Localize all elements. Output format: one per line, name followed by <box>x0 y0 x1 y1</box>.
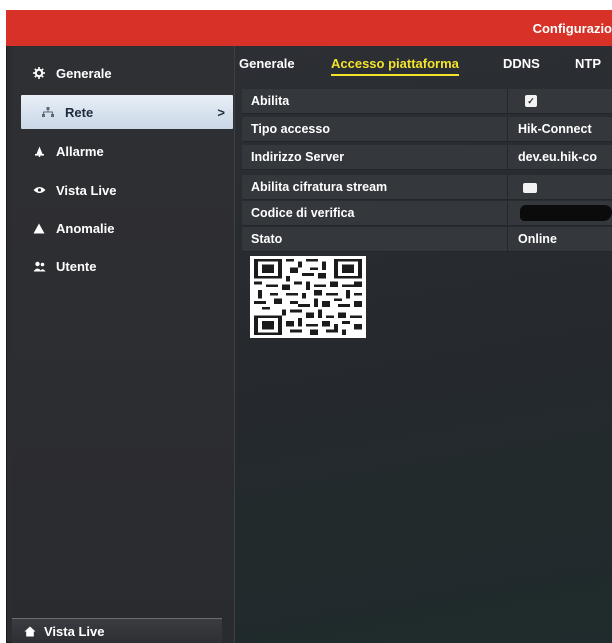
sidebar-item-label: Vista Live <box>56 182 117 198</box>
row-codice-verifica: Codice di verifica <box>242 201 612 226</box>
home-icon <box>24 626 36 637</box>
title-bar: Configurazio <box>6 10 612 46</box>
network-icon <box>41 105 55 119</box>
sidebar-item-label: Utente <box>56 258 97 274</box>
sidebar-item-allarme[interactable]: Allarme <box>12 134 234 168</box>
chevron-right-icon: > <box>217 104 225 120</box>
stato-value: Online <box>518 232 557 246</box>
tipo-accesso-label: Tipo accesso <box>251 122 330 136</box>
row-cifratura: Abilita cifratura stream <box>242 175 612 200</box>
warning-icon <box>32 221 46 235</box>
indirizzo-server-label: Indirizzo Server <box>251 150 345 164</box>
abilita-checkbox[interactable]: ✓ <box>525 95 537 107</box>
stato-label: Stato <box>251 232 283 246</box>
codice-verifica-label: Codice di verifica <box>251 206 355 220</box>
tab-bar: Generale Accesso piattaforma DDNS NTP <box>235 46 612 86</box>
sidebar-item-label: Generale <box>56 65 112 81</box>
sidebar-item-label: Anomalie <box>56 220 115 236</box>
gear-icon <box>32 66 46 80</box>
tab-generale[interactable]: Generale <box>239 56 295 71</box>
eye-icon <box>32 183 46 197</box>
indirizzo-server-field[interactable]: dev.eu.hik-co <box>518 150 597 164</box>
main-content: Generale Accesso piattaforma DDNS NTP Ab… <box>235 46 612 643</box>
row-abilita: Abilita ✓ <box>242 89 612 114</box>
row-stato: Stato Online <box>242 227 612 252</box>
cifratura-checkbox[interactable] <box>523 183 537 193</box>
cifratura-label: Abilita cifratura stream <box>251 180 388 194</box>
abilita-label: Abilita <box>251 94 290 108</box>
window-title: Configurazio <box>532 21 612 36</box>
alarm-icon <box>32 144 46 158</box>
codice-verifica-redacted[interactable] <box>520 205 612 221</box>
sidebar-item-label: Allarme <box>56 143 104 159</box>
row-tipo-accesso: Tipo accesso Hik-Connect <box>242 117 612 142</box>
sidebar-item-anomalie[interactable]: Anomalie <box>12 211 234 245</box>
sidebar-item-rete[interactable]: Rete > <box>21 95 233 129</box>
sidebar: Generale Rete > Allarme Vista Live Anoma… <box>12 46 235 643</box>
vista-live-label: Vista Live <box>44 623 105 639</box>
qr-code <box>250 256 366 338</box>
sidebar-item-label: Rete <box>65 104 94 120</box>
check-icon: ✓ <box>527 95 535 106</box>
sidebar-item-vista-live[interactable]: Vista Live <box>12 173 234 207</box>
dvr-screen: Configurazio Generale Rete > Allarme Vis… <box>6 10 612 643</box>
tipo-accesso-select[interactable]: Hik-Connect <box>518 122 592 136</box>
sidebar-item-generale[interactable]: Generale <box>12 56 234 90</box>
row-indirizzo-server: Indirizzo Server dev.eu.hik-co <box>242 145 612 170</box>
tab-ntp[interactable]: NTP <box>575 56 601 71</box>
sidebar-item-utente[interactable]: Utente <box>12 249 234 283</box>
vista-live-button[interactable]: Vista Live <box>12 618 222 643</box>
user-icon <box>32 259 46 273</box>
tab-ddns[interactable]: DDNS <box>503 56 540 71</box>
tab-accesso-piattaforma[interactable]: Accesso piattaforma <box>331 56 459 76</box>
